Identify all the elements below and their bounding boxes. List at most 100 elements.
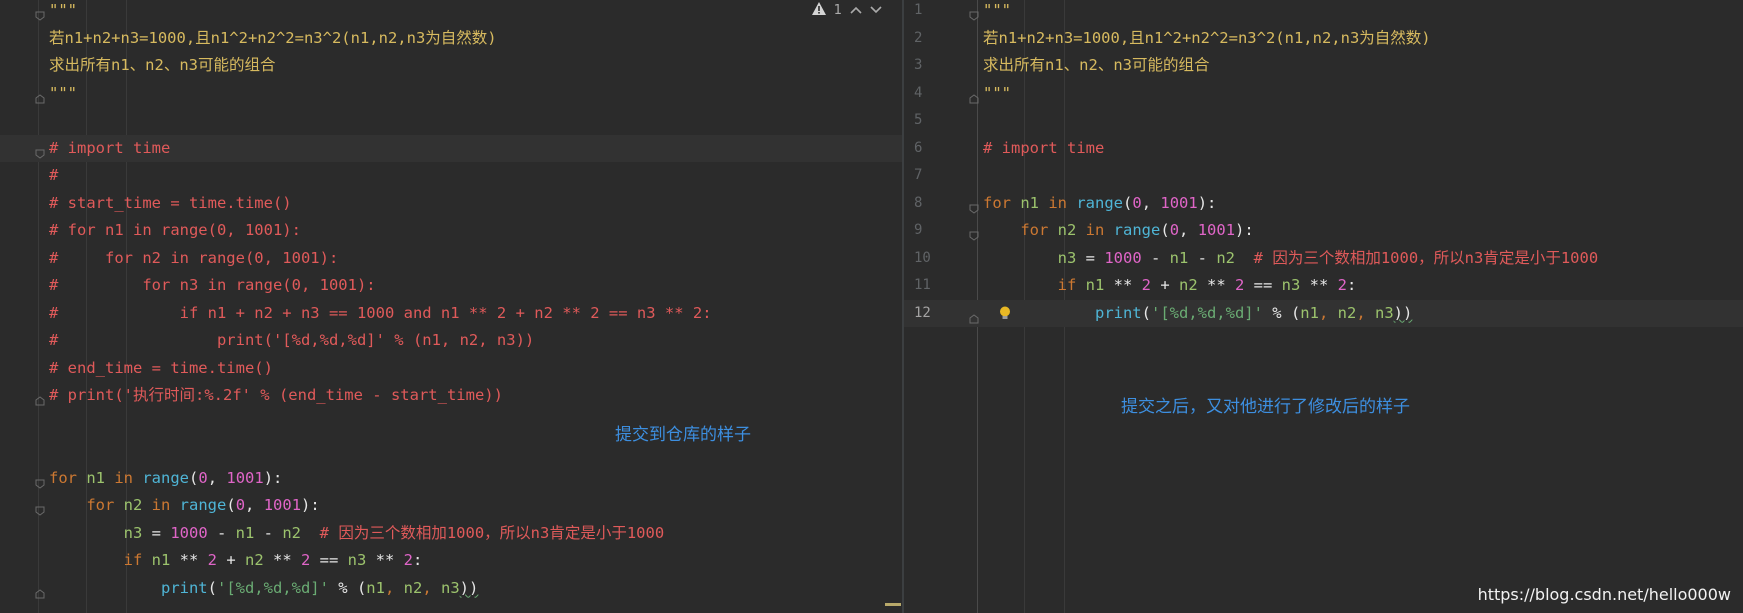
left-editor-pane[interactable]: """ 若n1+n2+n3=1000,且n1^2+n2^2=n3^2(n1,n2,… <box>0 0 902 613</box>
fold-marker-icon[interactable] <box>35 144 45 159</box>
warning-count[interactable]: 1 <box>834 3 842 18</box>
code-token: 1000 <box>1104 248 1142 267</box>
code-line[interactable]: # for n1 in range(0, 1001): <box>0 217 902 245</box>
code-line[interactable] <box>0 410 902 438</box>
code-token: n1 <box>1076 276 1114 294</box>
code-token: if <box>983 276 1077 294</box>
code-token: + <box>217 551 245 569</box>
code-token: - <box>254 523 283 542</box>
code-token: ): <box>263 468 283 487</box>
code-token: n1 <box>1169 248 1189 267</box>
code-token: # for n1 in range(0, 1001): <box>49 221 301 239</box>
line-number[interactable]: 10 <box>914 245 944 273</box>
code-line[interactable]: # if n1 + n2 + n3 == 1000 and n1 ** 2 + … <box>0 300 902 328</box>
code-token: ( <box>189 468 199 487</box>
fold-marker-icon[interactable] <box>969 89 979 103</box>
fold-marker-icon[interactable] <box>35 391 45 406</box>
code-line[interactable]: if n1 ** 2 + n2 ** 2 == n3 ** 2: <box>0 547 902 575</box>
code-line[interactable]: """ <box>0 0 902 25</box>
line-number[interactable]: 2 <box>914 25 944 53</box>
code-line[interactable]: 1 """ <box>904 0 1743 25</box>
warning-icon[interactable] <box>811 2 826 19</box>
code-token: """ <box>49 83 77 102</box>
code-token: n2 <box>1048 221 1086 239</box>
code-text: # if n1 + n2 + n3 == 1000 and n1 ** 2 + … <box>49 300 712 328</box>
code-text: # import time <box>49 135 170 163</box>
code-token: # print('[%d,%d,%d]' % (n1, n2, n3)) <box>49 331 535 349</box>
code-text: # print('[%d,%d,%d]' % (n1, n2, n3)) <box>49 327 534 355</box>
code-line[interactable]: 2 若n1+n2+n3=1000,且n1^2+n2^2=n3^2(n1,n2,n3… <box>904 25 1743 53</box>
code-line[interactable]: 若n1+n2+n3=1000,且n1^2+n2^2=n3^2(n1,n2,n3为… <box>0 25 902 53</box>
right-editor-pane[interactable]: 1 """ 2 若n1+n2+n3=1000,且n1^2+n2^2=n3^2(n1,n… <box>904 0 1743 613</box>
code-line[interactable]: 9 for n2 in range(0, 1001): <box>904 217 1743 245</box>
line-number[interactable]: 4 <box>914 80 944 108</box>
fold-marker-icon[interactable] <box>35 584 45 598</box>
code-token: ): <box>1197 193 1217 212</box>
code-line[interactable]: # end_time = time.time() <box>0 355 902 383</box>
code-line[interactable]: # for n3 in range(0, 1001): <box>0 272 902 300</box>
chevron-down-icon[interactable] <box>870 3 882 18</box>
code-line[interactable]: 5 <box>904 107 1743 135</box>
code-text: # print('执行时间:%.2f' % (end_time - start_… <box>49 382 503 410</box>
code-token: 1000 <box>170 523 208 542</box>
code-line[interactable]: 3 求出所有n1、n2、n3可能的组合 <box>904 52 1743 80</box>
code-token: ): <box>1235 221 1254 239</box>
code-line[interactable]: 8 for n1 in range(0, 1001): <box>904 190 1743 218</box>
code-line[interactable]: for n2 in range(0, 1001): <box>0 492 902 520</box>
code-line[interactable]: 求出所有n1、n2、n3可能的组合 <box>0 52 902 80</box>
chevron-up-icon[interactable] <box>850 3 862 18</box>
code-line[interactable]: # print('执行时间:%.2f' % (end_time - start_… <box>0 382 902 410</box>
code-token: range <box>1113 221 1161 239</box>
code-token: 0 <box>1169 221 1180 239</box>
code-token: n2 <box>403 578 423 597</box>
code-token: ): <box>301 496 320 514</box>
fold-marker-icon[interactable] <box>35 89 45 103</box>
code-token: for <box>983 193 1011 212</box>
fold-marker-icon[interactable] <box>969 199 979 214</box>
code-line[interactable]: 10 n3 = 1000 - n1 - n2 # 因为三个数相加1000，所以n… <box>904 245 1743 273</box>
code-line[interactable]: # for n2 in range(0, 1001): <box>0 245 902 273</box>
code-line[interactable]: 7 <box>904 162 1743 190</box>
code-token: # 因为三个数相加1000，所以n3肯定是小于1000 <box>301 523 665 542</box>
code-line[interactable]: 12 print('[%d,%d,%d]' % (n1, n2, n3)) <box>904 299 1743 328</box>
code-token: , <box>245 496 264 514</box>
line-number[interactable]: 5 <box>914 107 944 135</box>
code-line[interactable]: # print('[%d,%d,%d]' % (n1, n2, n3)) <box>0 327 902 355</box>
code-token: ( <box>1123 193 1133 212</box>
code-token: '[%d,%d,%d]' <box>1150 303 1263 322</box>
code-token: == <box>310 551 348 569</box>
fold-marker-icon[interactable] <box>969 6 979 21</box>
code-token: n1 <box>235 523 255 542</box>
line-number[interactable]: 7 <box>914 162 944 190</box>
code-line[interactable]: # start_time = time.time() <box>0 190 902 218</box>
code-line[interactable]: for n1 in range(0, 1001): <box>0 465 902 493</box>
code-line[interactable]: """ <box>0 80 902 108</box>
code-line[interactable]: # import time <box>0 134 902 163</box>
line-number[interactable]: 9 <box>914 217 944 245</box>
code-token: ( <box>226 496 236 514</box>
code-token: ** <box>1207 276 1235 294</box>
code-line[interactable]: n3 = 1000 - n1 - n2 # 因为三个数相加1000，所以n3肯定… <box>0 520 902 548</box>
code-line[interactable] <box>0 437 902 465</box>
fold-marker-icon[interactable] <box>969 309 979 323</box>
code-line[interactable]: 11 if n1 ** 2 + n2 ** 2 == n3 ** 2: <box>904 272 1743 300</box>
line-number[interactable]: 3 <box>914 52 944 80</box>
code-line[interactable] <box>0 107 902 135</box>
line-number[interactable]: 8 <box>914 190 944 218</box>
fold-marker-icon[interactable] <box>969 226 979 241</box>
code-token: 2 <box>207 551 217 569</box>
line-number[interactable]: 6 <box>914 135 944 163</box>
code-token: # 因为三个数相加1000，所以n3肯定是小于1000 <box>1235 248 1599 267</box>
code-text: 若n1+n2+n3=1000,且n1^2+n2^2=n3^2(n1,n2,n3为… <box>983 25 1431 53</box>
code-line[interactable]: # <box>0 162 902 190</box>
line-number[interactable]: 1 <box>914 0 944 25</box>
code-line[interactable]: 4 """ <box>904 80 1743 108</box>
code-line[interactable]: print('[%d,%d,%d]' % (n1, n2, n3)) <box>0 575 902 603</box>
fold-marker-icon[interactable] <box>35 501 45 516</box>
line-number[interactable]: 11 <box>914 272 944 300</box>
code-line[interactable]: 6 # import time <box>904 135 1743 163</box>
fold-marker-icon[interactable] <box>35 6 45 21</box>
fold-marker-icon[interactable] <box>35 474 45 489</box>
line-number[interactable]: 12 <box>914 300 944 328</box>
code-token: n1 <box>142 551 180 569</box>
